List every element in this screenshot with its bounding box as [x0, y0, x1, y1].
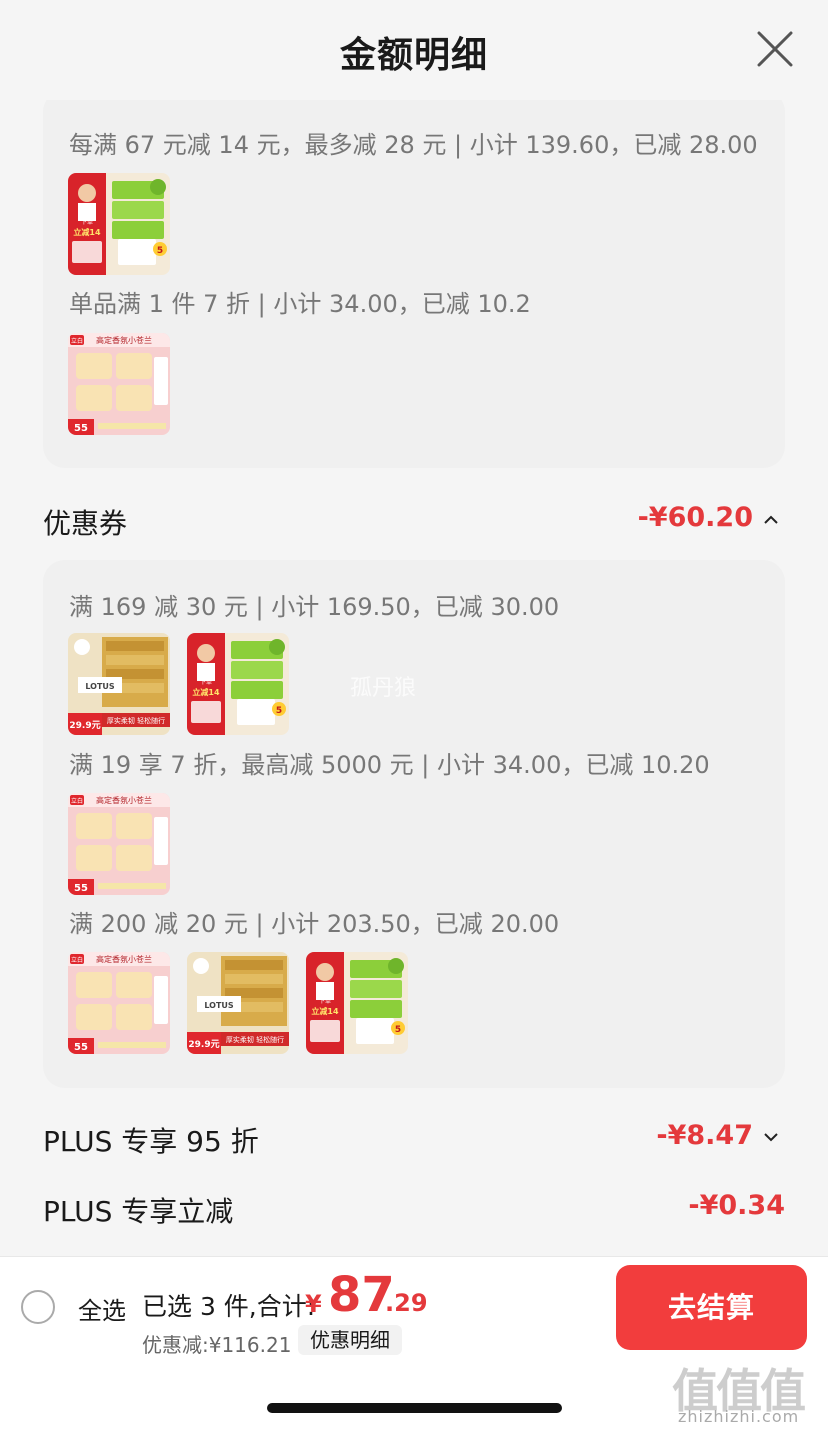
- plus-discount-amount: -¥8.47: [656, 1120, 753, 1151]
- pink-wipes-image: 立白 高定香氛小苍兰 55: [68, 333, 170, 435]
- svg-text:55: 55: [74, 1042, 88, 1053]
- gold-tissue-image: LOTUS 29.9元 厚实柔韧 轻松随行: [187, 952, 289, 1054]
- select-all-label[interactable]: 全选: [78, 1291, 126, 1326]
- plus-discount-label: PLUS 专享 95 折: [43, 1125, 259, 1158]
- promo-rule-text: 每满 67 元减 14 元，最多减 28 元 | 小计 139.60，已减 28…: [69, 131, 758, 159]
- svg-text:LOTUS: LOTUS: [85, 682, 115, 691]
- selected-count-text: 已选 3 件,合计:: [142, 1292, 316, 1321]
- header: 金额明细: [0, 0, 828, 100]
- discount-detail-button[interactable]: 优惠明细: [298, 1325, 402, 1355]
- product-thumbnail[interactable]: 立白 高定香氛小苍兰 55: [68, 793, 170, 895]
- checkout-button[interactable]: 去结算: [616, 1265, 807, 1350]
- svg-text:立白: 立白: [71, 956, 83, 964]
- select-all-radio[interactable]: [21, 1290, 55, 1324]
- discount-total-text: 优惠减:¥116.21: [142, 1333, 292, 1357]
- promo-rule-text: 单品满 1 件 7 折 | 小计 34.00，已减 10.2: [69, 290, 531, 318]
- coupon-amount: -¥60.20: [637, 502, 753, 533]
- product-thumbnail[interactable]: 立白 高定香氛小苍兰 55: [68, 333, 170, 435]
- svg-text:立减14: 立减14: [73, 227, 101, 237]
- svg-text:29.9元: 29.9元: [188, 1039, 219, 1050]
- svg-text:下单: 下单: [200, 678, 212, 686]
- promotion-card: 每满 67 元减 14 元，最多减 28 元 | 小计 139.60，已减 28…: [43, 100, 785, 468]
- total-currency: ¥: [305, 1290, 322, 1318]
- gold-tissue-image: LOTUS 29.9元 厚实柔韧 轻松随行: [68, 633, 170, 735]
- svg-text:厚实柔韧 轻松随行: 厚实柔韧 轻松随行: [107, 716, 165, 725]
- close-icon[interactable]: [754, 28, 796, 70]
- product-thumbnail[interactable]: LOTUS 29.9元 厚实柔韧 轻松随行: [68, 633, 170, 735]
- green-tissue-image: 下单 立减14 5: [187, 633, 289, 735]
- plus-instant-row: PLUS 专享立减 -¥0.34: [43, 1190, 785, 1230]
- coupon-row[interactable]: 优惠券 -¥60.20: [43, 502, 785, 542]
- page-title: 金额明细: [339, 35, 488, 76]
- product-thumbnail[interactable]: 下单 立减14 5: [306, 952, 408, 1054]
- product-thumbnail[interactable]: 下单 立减14 5: [187, 633, 289, 735]
- plus-discount-row[interactable]: PLUS 专享 95 折 -¥8.47: [43, 1120, 785, 1160]
- svg-text:高定香氛小苍兰: 高定香氛小苍兰: [96, 335, 152, 345]
- detail-content[interactable]: 每满 67 元减 14 元，最多减 28 元 | 小计 139.60，已减 28…: [0, 100, 828, 1256]
- svg-text:立白: 立白: [71, 337, 83, 345]
- svg-text:立减14: 立减14: [311, 1006, 339, 1016]
- svg-text:下单: 下单: [81, 218, 93, 226]
- svg-text:立减14: 立减14: [192, 687, 220, 697]
- svg-text:55: 55: [74, 423, 88, 434]
- svg-text:下单: 下单: [319, 997, 331, 1005]
- checkout-bar: 全选 已选 3 件,合计: ¥ 87 .29 优惠减:¥116.21 优惠明细 …: [0, 1256, 828, 1431]
- coupon-label: 优惠券: [43, 507, 128, 540]
- svg-text:高定香氛小苍兰: 高定香氛小苍兰: [96, 795, 152, 805]
- svg-text:5: 5: [157, 246, 163, 256]
- chevron-down-icon[interactable]: [763, 1130, 779, 1144]
- svg-text:5: 5: [276, 706, 282, 716]
- coupon-card: 满 169 减 30 元 | 小计 169.50，已减 30.00 LOTUS …: [43, 560, 785, 1088]
- total-amount-decimal: .29: [385, 1289, 428, 1317]
- pink-wipes-image: 立白 高定香氛小苍兰 55: [68, 952, 170, 1054]
- product-thumbnail[interactable]: 立白 高定香氛小苍兰 55: [68, 952, 170, 1054]
- product-thumbnail[interactable]: 下单 立减14 5: [68, 173, 170, 275]
- svg-text:高定香氛小苍兰: 高定香氛小苍兰: [96, 954, 152, 964]
- coupon-rule-text: 满 19 享 7 折，最高减 5000 元 | 小计 34.00，已减 10.2…: [69, 751, 710, 779]
- svg-text:厚实柔韧 轻松随行: 厚实柔韧 轻松随行: [226, 1035, 284, 1044]
- home-indicator: [267, 1403, 562, 1413]
- pink-wipes-image: 立白 高定香氛小苍兰 55: [68, 793, 170, 895]
- green-tissue-image: 下单 立减14 5: [306, 952, 408, 1054]
- svg-text:立白: 立白: [71, 797, 83, 805]
- green-tissue-image: 下单 立减14 5: [68, 173, 170, 275]
- svg-text:55: 55: [74, 883, 88, 894]
- watermark-text: 孤丹狼: [350, 676, 417, 701]
- svg-text:29.9元: 29.9元: [69, 720, 100, 731]
- coupon-rule-text: 满 200 减 20 元 | 小计 203.50，已减 20.00: [69, 910, 560, 938]
- plus-instant-amount: -¥0.34: [688, 1190, 785, 1221]
- site-watermark-url: zhizhizhi.com: [678, 1407, 800, 1426]
- coupon-rule-text: 满 169 减 30 元 | 小计 169.50，已减 30.00: [69, 593, 560, 621]
- chevron-up-icon[interactable]: [763, 512, 779, 526]
- plus-instant-label: PLUS 专享立减: [43, 1195, 234, 1228]
- product-thumbnail[interactable]: LOTUS 29.9元 厚实柔韧 轻松随行: [187, 952, 289, 1054]
- svg-text:LOTUS: LOTUS: [204, 1001, 234, 1010]
- svg-text:5: 5: [395, 1025, 401, 1035]
